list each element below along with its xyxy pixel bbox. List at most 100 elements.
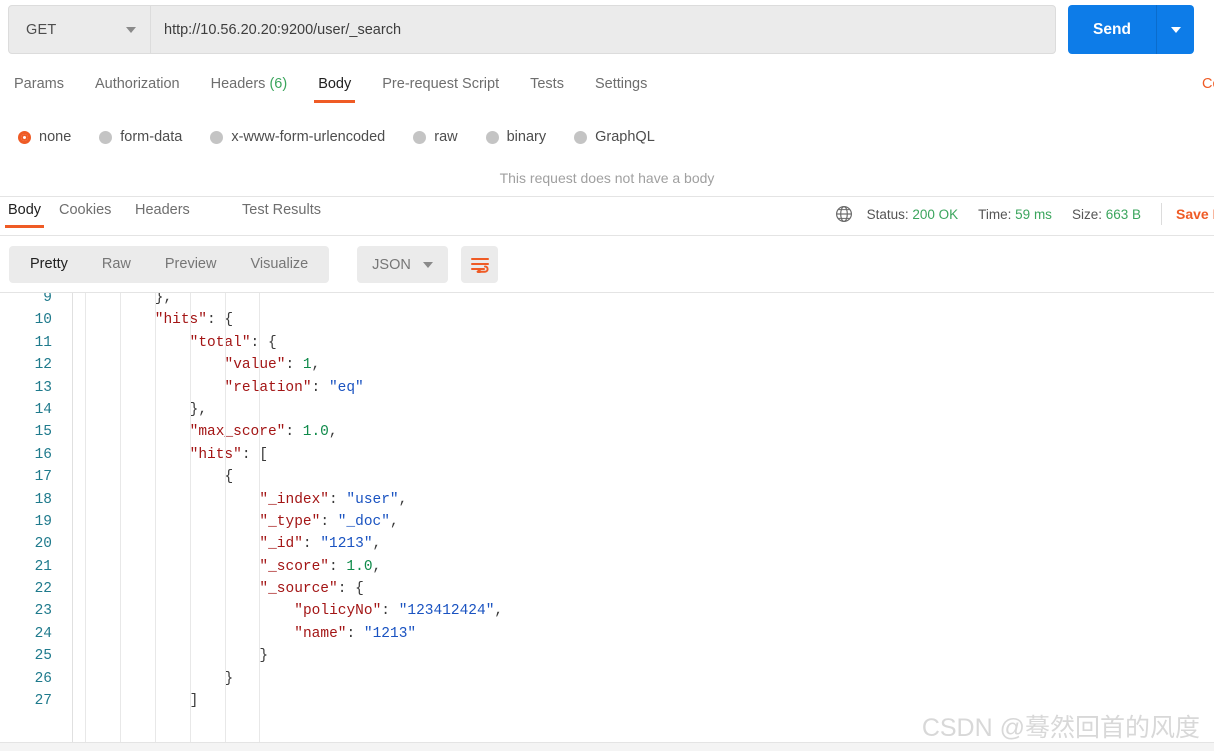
response-format-select[interactable]: JSON <box>357 246 448 283</box>
code-line-content: "name": "1213" <box>294 623 416 645</box>
line-number: 22 <box>34 581 52 598</box>
code-line: 9}, <box>0 292 1214 309</box>
code-line-content: "_source": { <box>259 578 363 600</box>
code-token: "1213" <box>363 625 417 642</box>
body-type-urlencoded[interactable]: x-www-form-urlencoded <box>210 129 385 145</box>
body-type-urlencoded-label: x-www-form-urlencoded <box>231 129 386 145</box>
response-tab-cookies-label: Cookies <box>59 202 112 218</box>
code-token: , <box>398 491 408 508</box>
response-tab-body[interactable]: Body <box>4 202 45 228</box>
request-bar: GET http://10.56.20.20:9200/user/_search… <box>0 0 1214 60</box>
line-number: 19 <box>34 513 52 530</box>
code-token: "_index" <box>259 491 330 508</box>
response-tab-body-label: Body <box>8 202 42 218</box>
code-line-content: }, <box>155 293 172 309</box>
horizontal-scrollbar[interactable] <box>0 742 1214 751</box>
line-number: 12 <box>34 357 52 374</box>
tab-authorization-label: Authorization <box>94 76 180 92</box>
tab-headers[interactable]: Headers (6) <box>211 68 288 92</box>
code-token: } <box>259 648 269 665</box>
code-line: 13 "relation": "eq" <box>0 377 1214 399</box>
body-type-raw[interactable]: raw <box>413 129 458 145</box>
view-mode-raw[interactable]: Raw <box>85 246 148 283</box>
view-mode-pretty[interactable]: Pretty <box>13 246 85 283</box>
chevron-down-icon <box>126 26 136 33</box>
tab-tests[interactable]: Tests <box>530 68 564 92</box>
body-type-binary[interactable]: binary <box>485 129 547 145</box>
line-number: 9 <box>43 292 52 306</box>
time-item: Time: 59 ms <box>978 207 1052 222</box>
code-token: : <box>285 357 303 374</box>
tab-headers-label: Headers <box>210 76 266 92</box>
code-token: 1.0 <box>302 424 329 441</box>
status-label: Status: <box>866 206 909 222</box>
word-wrap-toggle[interactable] <box>461 246 498 283</box>
code-token: "user" <box>346 491 399 508</box>
code-token: : { <box>337 581 364 598</box>
tab-params[interactable]: Params <box>14 68 64 92</box>
chevron-down-icon <box>422 261 433 268</box>
status-item: Status: 200 OK <box>867 207 959 222</box>
tab-body[interactable]: Body <box>314 68 356 103</box>
tab-pre-request-script[interactable]: Pre-request Script <box>382 68 499 92</box>
code-token: , <box>372 536 382 553</box>
code-token: : <box>329 491 347 508</box>
view-mode-visualize[interactable]: Visualize <box>233 246 325 283</box>
code-line: 10 "hits": { <box>0 309 1214 331</box>
tab-params-label: Params <box>14 76 64 92</box>
globe-icon <box>835 205 853 223</box>
body-type-binary-label: binary <box>506 129 547 145</box>
code-token: 1 <box>302 357 312 374</box>
tab-settings[interactable]: Settings <box>595 68 647 92</box>
response-tab-test-results[interactable]: Test Results <box>242 202 321 218</box>
line-number: 17 <box>34 469 52 486</box>
code-scroll-container: 9}, 10 "hits": {11 "total": {12 "value": 1, 1… <box>0 292 1214 712</box>
code-line: 16 "hits": [ <box>0 444 1214 466</box>
body-type-graphql[interactable]: GraphQL <box>574 129 655 145</box>
send-button[interactable]: Send <box>1068 5 1157 54</box>
response-tab-headers[interactable]: Headers <box>135 202 190 218</box>
request-tabs: Params Authorization Headers (6) Body Pr… <box>0 68 1214 111</box>
radio-icon <box>99 130 113 144</box>
cookies-link[interactable]: Cookies <box>1202 76 1214 92</box>
body-type-form-data[interactable]: form-data <box>99 129 182 145</box>
time-label: Time: <box>978 206 1012 222</box>
indent-guide <box>119 293 121 742</box>
code-token: "eq" <box>328 379 364 396</box>
line-number: 13 <box>34 379 52 396</box>
code-token: : <box>302 536 321 553</box>
code-token: , <box>494 603 504 620</box>
code-line: 18 "_index": "user", <box>0 489 1214 511</box>
code-line: 23 "policyNo": "123412424", <box>0 600 1214 622</box>
http-method-select[interactable]: GET <box>9 6 151 53</box>
code-token: ] <box>189 693 199 710</box>
request-url-input[interactable]: http://10.56.20.20:9200/user/_search <box>151 6 1055 53</box>
code-token: : <box>320 513 338 530</box>
line-number: 24 <box>34 625 52 642</box>
http-method-label: GET <box>26 21 57 38</box>
code-line-content: "_id": "1213", <box>259 533 381 555</box>
body-type-none[interactable]: none <box>18 129 71 145</box>
code-line: 25} <box>0 645 1214 667</box>
code-token: 1.0 <box>346 558 373 575</box>
response-body-code-viewer[interactable]: 9}, 10 "hits": {11 "total": {12 "value": 1, 1… <box>0 292 1214 742</box>
line-number: 14 <box>34 401 52 418</box>
code-token: : [ <box>241 446 268 463</box>
code-token: "_doc" <box>337 513 390 530</box>
indent-guide <box>189 293 191 742</box>
code-token: "1213" <box>320 536 373 553</box>
code-token: }, <box>189 401 208 418</box>
code-line-content: "hits": [ <box>190 444 268 466</box>
response-tab-cookies[interactable]: Cookies <box>59 202 111 218</box>
line-number: 20 <box>34 536 52 553</box>
line-number: 10 <box>34 312 52 329</box>
view-mode-preview[interactable]: Preview <box>148 246 234 283</box>
view-mode-group: Pretty Raw Preview Visualize <box>9 246 330 283</box>
radio-icon <box>574 130 588 144</box>
save-response-button[interactable]: Save Response <box>1176 206 1214 222</box>
code-line: 19 "_type": "_doc", <box>0 511 1214 533</box>
body-type-radio-group: none form-data x-www-form-urlencoded raw… <box>0 120 1214 154</box>
send-options-button[interactable] <box>1157 5 1194 54</box>
tab-authorization[interactable]: Authorization <box>95 68 180 92</box>
line-number: 27 <box>34 693 52 710</box>
